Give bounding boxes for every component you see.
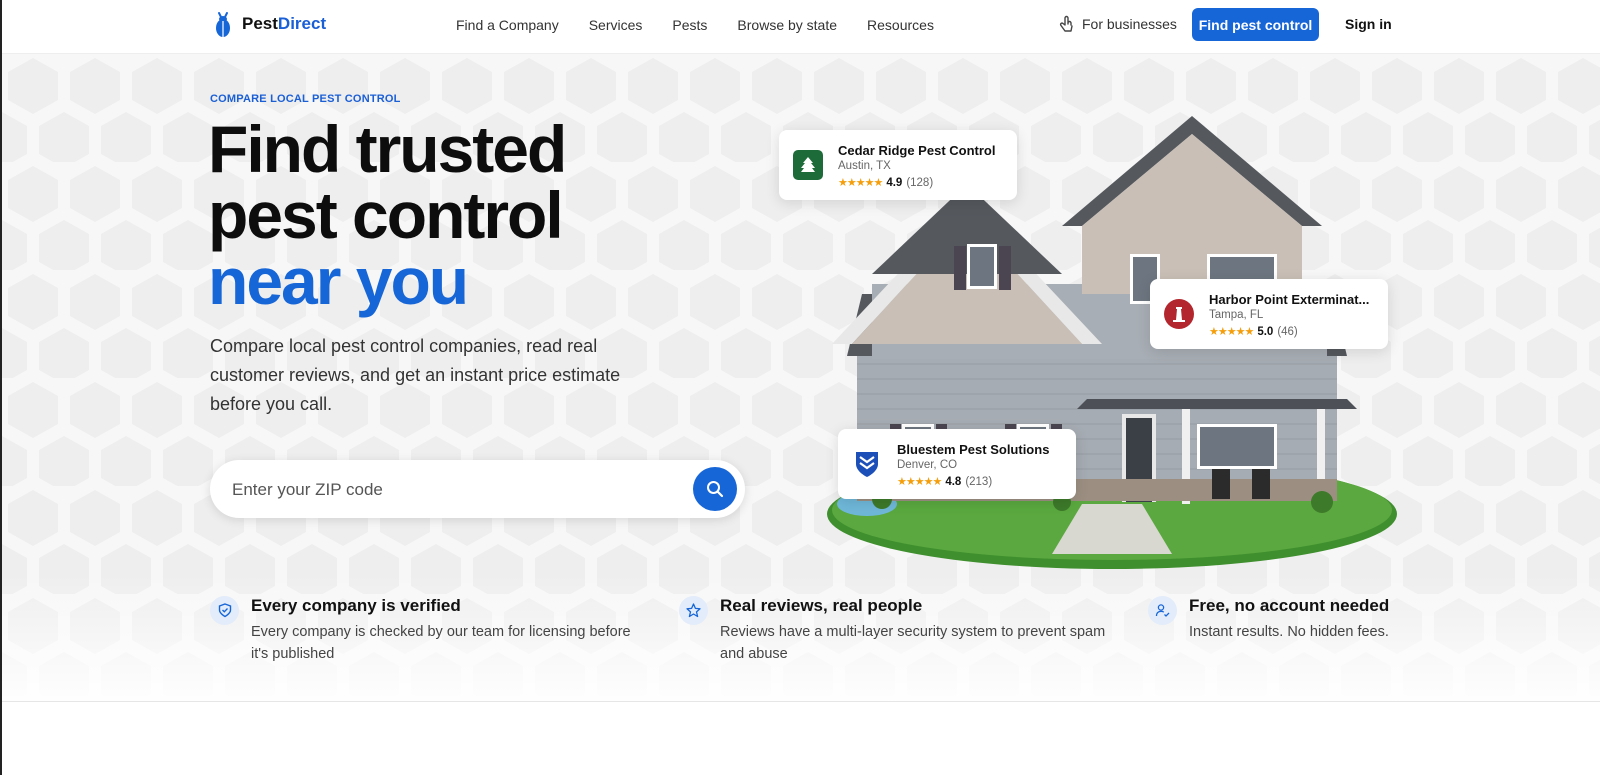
review-count: (46): [1277, 325, 1298, 338]
company-rating: ★★★★★ 4.9 (128): [838, 176, 934, 190]
company-name: Cedar Ridge Pest Control: [838, 143, 996, 158]
zip-search-button[interactable]: [693, 467, 737, 511]
section-divider: [2, 701, 1600, 702]
hero-section: COMPARE LOCAL PEST CONTROL Find trusted …: [2, 54, 1600, 701]
nav-find-a-company[interactable]: Find a Company: [456, 17, 559, 33]
company-card[interactable]: Harbor Point Exterminat... Tampa, FL ★★★…: [1150, 279, 1388, 349]
star-icon: [679, 596, 708, 625]
company-location: Tampa, FL: [1209, 309, 1264, 321]
feature-title: Real reviews, real people: [720, 596, 923, 615]
hero-headline: Find trusted pest control near you: [208, 112, 567, 318]
pine-tree-icon: [793, 150, 823, 180]
review-count: (213): [965, 475, 993, 488]
user-check-icon: [1148, 596, 1177, 625]
company-name: Bluestem Pest Solutions: [897, 442, 1050, 457]
company-rating: ★★★★★ 5.0 (46): [1209, 325, 1298, 339]
star-rating-icon: ★★★★★: [897, 476, 942, 488]
feature-description: Instant results. No hidden fees.: [1189, 624, 1389, 640]
rating-score: 4.8: [945, 475, 962, 488]
logo-text-pest: Pest: [242, 14, 278, 33]
star-rating-icon: ★★★★★: [1209, 326, 1254, 338]
headline-line-2: pest control: [208, 178, 564, 252]
company-card[interactable]: Bluestem Pest Solutions Denver, CO ★★★★★…: [838, 429, 1076, 499]
nav-pests[interactable]: Pests: [672, 17, 707, 33]
company-location: Austin, TX: [838, 160, 891, 172]
find-pest-control-button[interactable]: Find pest control: [1192, 8, 1319, 41]
sign-in-link[interactable]: Sign in: [1345, 16, 1392, 32]
company-rating: ★★★★★ 4.8 (213): [897, 475, 993, 489]
search-icon: [707, 481, 724, 498]
rating-score: 5.0: [1257, 325, 1274, 338]
nav-services[interactable]: Services: [589, 17, 643, 33]
logo[interactable]: PestDirect: [212, 10, 326, 38]
hero-subtitle: Compare local pest control companies, re…: [210, 336, 621, 414]
nav-resources[interactable]: Resources: [867, 17, 934, 33]
headline-line-1: Find trusted: [208, 112, 567, 186]
company-name: Harbor Point Exterminat...: [1209, 292, 1370, 307]
main-nav: Find a Company Services Pests Browse by …: [456, 17, 934, 33]
feature-description: Every company is checked by our team for…: [251, 624, 631, 662]
shield-check-icon: [210, 596, 239, 625]
for-businesses-link[interactable]: For businesses: [1059, 15, 1177, 33]
rating-score: 4.9: [886, 176, 903, 189]
feature-title: Every company is verified: [251, 596, 461, 615]
shield-chevron-icon: [852, 449, 882, 479]
feature-title: Free, no account needed: [1189, 596, 1390, 615]
company-card[interactable]: Cedar Ridge Pest Control Austin, TX ★★★★…: [779, 130, 1017, 200]
star-rating-icon: ★★★★★: [838, 177, 883, 189]
nav-browse-by-state[interactable]: Browse by state: [737, 17, 837, 33]
feature-description: Reviews have a multi-layer security syst…: [720, 624, 1106, 662]
for-businesses-label: For businesses: [1082, 16, 1177, 32]
cursor-hand-icon: [1059, 15, 1073, 32]
company-location: Denver, CO: [897, 459, 958, 471]
headline-line-3: near you: [208, 244, 469, 318]
zip-search-bar: [210, 460, 745, 518]
zip-code-input[interactable]: [232, 478, 672, 502]
logo-text-direct: Direct: [277, 14, 327, 33]
top-navbar: PestDirect Find a Company Services Pests…: [2, 0, 1600, 54]
review-count: (128): [906, 176, 934, 189]
bug-logo-icon: [216, 12, 230, 37]
lighthouse-icon: [1164, 299, 1194, 329]
hero-eyebrow: COMPARE LOCAL PEST CONTROL: [210, 93, 401, 105]
